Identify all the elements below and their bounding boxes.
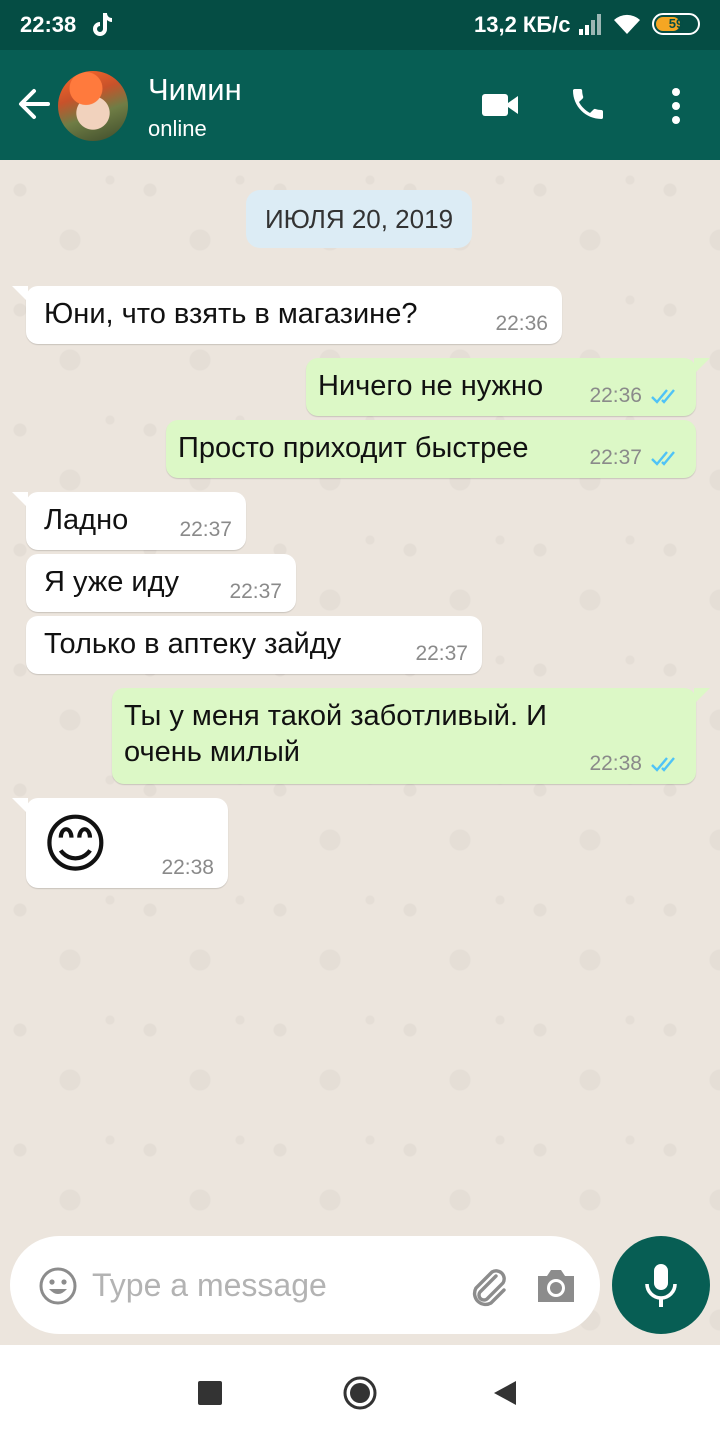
message-bubble-incoming[interactable]: Ладно 22:37 — [12, 492, 246, 550]
message-meta: 22:37 — [179, 518, 232, 542]
contact-name[interactable]: Чимин — [148, 72, 242, 108]
message-time: 22:36 — [495, 312, 548, 335]
battery-level: 59 — [668, 16, 684, 31]
message-meta: 22:36 — [495, 312, 548, 336]
chat-area[interactable]: ИЮЛЯ 20, 2019 Юни, что взять в магазине?… — [0, 160, 720, 1345]
mic-icon — [645, 1264, 677, 1307]
message-time: 22:37 — [415, 642, 468, 665]
message-time: 22:37 — [589, 446, 642, 469]
message-meta: 22:37 — [415, 642, 468, 666]
message-meta: 22:38 — [589, 752, 682, 776]
message-time: 22:36 — [589, 384, 642, 407]
message-meta: 22:37 — [229, 580, 282, 604]
message-bubble-incoming[interactable]: Юни, что взять в магазине? 22:36 — [12, 286, 562, 344]
message-time: 22:38 — [161, 856, 214, 879]
signal-icon — [579, 14, 601, 35]
emoji-icon[interactable] — [38, 1266, 78, 1306]
system-navigation-bar — [0, 1345, 720, 1440]
read-ticks-icon — [651, 757, 675, 772]
message-meta: 22:38 — [161, 856, 214, 880]
date-chip: ИЮЛЯ 20, 2019 — [246, 190, 472, 248]
message-bubble-incoming[interactable]: Только в аптеку зайду 22:37 — [26, 616, 482, 674]
contact-status: online — [148, 116, 207, 141]
smiling-emoji: 😊 — [42, 808, 109, 880]
message-bubble-outgoing[interactable]: Ты у меня такой заботливый. И очень милы… — [112, 688, 710, 784]
wifi-icon — [614, 14, 640, 34]
read-ticks-icon — [651, 389, 675, 404]
network-speed: 13,2 КБ/с — [474, 12, 571, 37]
message-input[interactable] — [92, 1260, 452, 1310]
avatar[interactable] — [58, 71, 128, 141]
attach-icon[interactable] — [466, 1264, 510, 1308]
message-time: 22:37 — [179, 518, 232, 541]
message-bubble-incoming[interactable]: Я уже иду 22:37 — [26, 554, 296, 612]
message-bubble-outgoing[interactable]: Ничего не нужно 22:36 — [306, 358, 710, 416]
phone-icon[interactable] — [568, 84, 608, 124]
message-composer — [10, 1236, 600, 1334]
read-ticks-icon — [651, 451, 675, 466]
message-bubble-outgoing[interactable]: Просто приходит быстрее 22:37 — [166, 420, 696, 478]
tiktok-icon — [93, 13, 112, 36]
home-circle-icon[interactable] — [342, 1375, 378, 1411]
message-text: Только в аптеку зайду — [44, 628, 342, 660]
more-vert-icon[interactable] — [666, 86, 686, 126]
status-bar: 22:38 13,2 КБ/с 59 — [0, 0, 720, 50]
recents-square-icon[interactable] — [198, 1381, 222, 1405]
message-text: Юни, что взять в магазине? — [44, 298, 418, 330]
message-meta: 22:37 — [589, 446, 682, 470]
video-call-icon[interactable] — [480, 90, 520, 120]
status-time: 22:38 — [20, 12, 77, 37]
message-time: 22:38 — [589, 752, 642, 775]
back-triangle-icon[interactable] — [492, 1379, 518, 1407]
message-meta: 22:36 — [589, 384, 682, 408]
mic-button[interactable] — [612, 1236, 710, 1334]
back-arrow-icon[interactable] — [16, 84, 52, 124]
chat-header: Чимин online — [0, 50, 720, 160]
message-bubble-incoming[interactable]: 😊 22:38 — [12, 798, 228, 888]
battery-icon: 59 — [652, 13, 700, 35]
message-time: 22:37 — [229, 580, 282, 603]
camera-icon[interactable] — [534, 1266, 578, 1306]
